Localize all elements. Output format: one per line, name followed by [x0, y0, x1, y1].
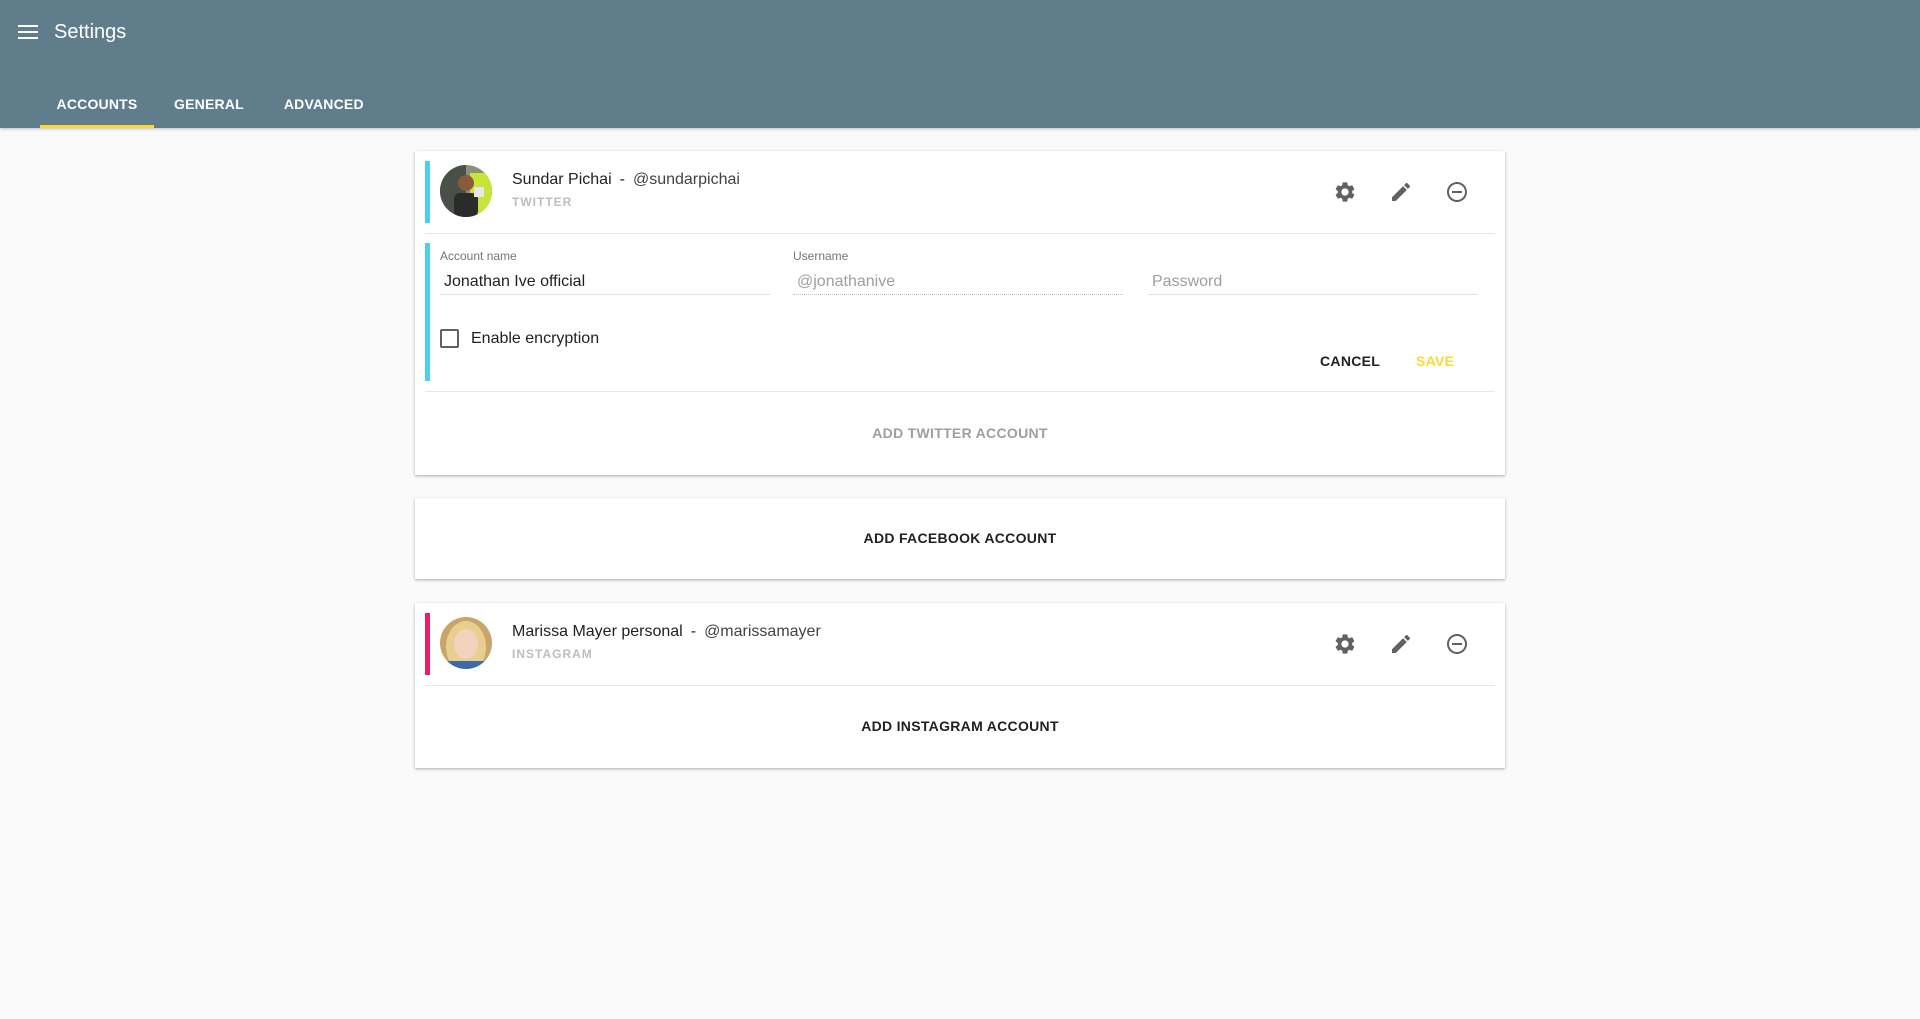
encryption-checkbox[interactable] [440, 329, 459, 348]
encryption-label: Enable encryption [471, 329, 600, 347]
divider [425, 233, 1495, 234]
account-name-input[interactable] [440, 269, 770, 295]
tab-general[interactable]: GENERAL [154, 80, 264, 128]
username-input [793, 269, 1123, 295]
divider [425, 685, 1495, 686]
account-actions [1329, 624, 1473, 664]
form-accent-bar [425, 243, 430, 381]
add-twitter-account-button[interactable]: ADD TWITTER ACCOUNT [415, 425, 1505, 441]
account-name: Marissa Mayer personal [512, 623, 683, 640]
account-separator: - [619, 171, 625, 188]
tab-advanced[interactable]: ADVANCED [264, 80, 384, 128]
twitter-accent-bar [425, 161, 430, 223]
password-underline [1148, 294, 1478, 295]
username-underline [793, 294, 1123, 295]
app-bar: Settings ACCOUNTS GENERAL ADVANCED [0, 0, 1920, 128]
twitter-accounts-card: Sundar Pichai - @sundarpichai TWITTER Acco… [415, 151, 1505, 475]
avatar [440, 617, 492, 669]
instagram-accounts-card: Marissa Mayer personal - @marissamayer INS… [415, 603, 1505, 768]
cancel-button[interactable]: CANCEL [1304, 343, 1396, 379]
instagram-accent-bar [425, 613, 430, 675]
tab-bar: ACCOUNTS GENERAL ADVANCED [40, 80, 384, 128]
page-title: Settings [54, 21, 127, 43]
save-button[interactable]: SAVE [1400, 343, 1470, 379]
gear-icon[interactable] [1329, 624, 1361, 664]
add-instagram-account-button[interactable]: ADD INSTAGRAM ACCOUNT [415, 718, 1505, 734]
account-handle: @sundarpichai [632, 171, 740, 188]
password-input[interactable] [1148, 269, 1478, 295]
account-network: INSTAGRAM [512, 647, 593, 661]
gear-icon[interactable] [1329, 172, 1361, 212]
account-network: TWITTER [512, 195, 573, 209]
encryption-checkbox-row[interactable]: Enable encryption [440, 329, 599, 348]
menu-icon[interactable] [16, 20, 40, 44]
pencil-icon[interactable] [1385, 624, 1417, 664]
account-title: Marissa Mayer personal - @marissamayer [512, 623, 821, 641]
account-name: Sundar Pichai [512, 171, 612, 188]
pencil-icon[interactable] [1385, 172, 1417, 212]
edit-account-form: Account name Username Enable encryption … [415, 243, 1505, 381]
account-name-underline [440, 294, 770, 295]
account-name-label: Account name [440, 249, 517, 263]
account-row-instagram: Marissa Mayer personal - @marissamayer INS… [415, 603, 1505, 685]
account-actions [1329, 172, 1473, 212]
divider [425, 391, 1495, 392]
minus-circle-icon[interactable] [1441, 624, 1473, 664]
account-handle: @marissamayer [704, 623, 821, 640]
account-separator: - [690, 623, 697, 640]
username-label: Username [793, 249, 849, 263]
minus-circle-icon[interactable] [1441, 172, 1473, 212]
account-title: Sundar Pichai - @sundarpichai [512, 171, 740, 189]
facebook-accounts-card: ADD FACEBOOK ACCOUNT [415, 498, 1505, 579]
tab-accounts[interactable]: ACCOUNTS [40, 80, 154, 128]
add-facebook-account-button[interactable]: ADD FACEBOOK ACCOUNT [415, 530, 1505, 546]
avatar [440, 165, 492, 217]
account-row-twitter: Sundar Pichai - @sundarpichai TWITTER [415, 151, 1505, 233]
